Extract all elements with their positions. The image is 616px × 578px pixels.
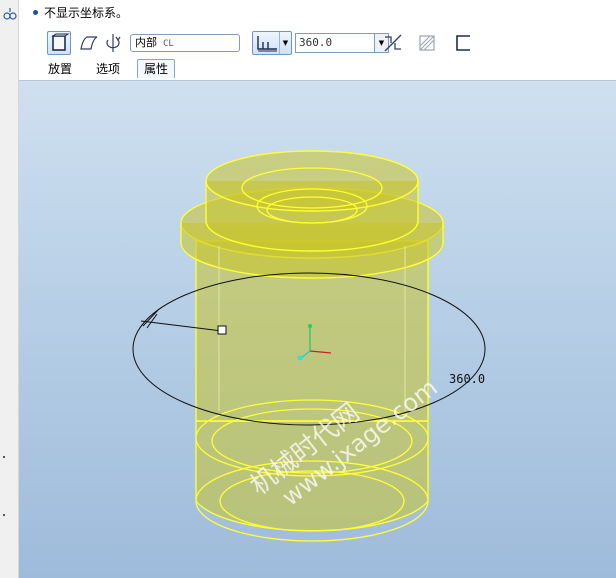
angle-value-field[interactable]: 360.0 — [295, 33, 375, 53]
chevron-down-icon[interactable]: ▼ — [279, 32, 291, 54]
revolve-direction-button[interactable] — [101, 31, 125, 55]
drag-handle[interactable] — [217, 325, 227, 335]
thicken-sketch-icon — [456, 35, 470, 51]
solid-icon — [51, 33, 70, 51]
axis-collector[interactable]: 内部 CL — [130, 34, 240, 52]
axis-name: CL — [163, 39, 174, 49]
angle-type-button[interactable]: ▼ — [252, 31, 292, 55]
tab-properties[interactable]: 属性 — [137, 59, 176, 78]
remove-material-icon — [419, 35, 435, 51]
origin-point — [297, 355, 303, 361]
surface-button[interactable] — [77, 31, 101, 55]
pro-engineer-window: 不显示坐标系。 内部 CL ▼ 360.0 ▼ 放置 选项 属性 360.0 机… — [0, 0, 616, 578]
thicken-sketch-button[interactable] — [451, 31, 475, 55]
flip-direction-icon — [384, 34, 402, 52]
solid-button[interactable] — [47, 31, 71, 55]
left-gutter — [0, 0, 19, 578]
top-boss-face — [205, 150, 419, 212]
message-bullet-icon — [33, 10, 38, 15]
axis-end-point — [308, 324, 312, 328]
axis-select-value: 内部 — [135, 36, 157, 49]
model-view — [132, 150, 486, 542]
graphics-window[interactable]: 360.0 机械时代网 www.jxage.com — [19, 81, 616, 578]
revolve-dashboard: 不显示坐标系。 内部 CL ▼ 360.0 ▼ 放置 选项 属性 — [19, 0, 616, 81]
surface-icon — [80, 36, 98, 50]
message-text: 不显示坐标系。 — [44, 6, 129, 20]
gutter-marker — [3, 456, 5, 458]
flip-direction-button[interactable] — [381, 31, 405, 55]
angle-variable-icon — [257, 36, 277, 52]
dimension-value-label[interactable]: 360.0 — [449, 372, 485, 386]
revolve-feature-icon — [3, 8, 17, 20]
tab-options[interactable]: 选项 — [90, 60, 126, 78]
dimension-arrow — [142, 308, 160, 329]
remove-material-button[interactable] — [415, 31, 439, 55]
tab-placement[interactable]: 放置 — [42, 60, 78, 78]
gutter-marker — [3, 514, 5, 516]
revolve-direction-icon — [106, 34, 121, 52]
